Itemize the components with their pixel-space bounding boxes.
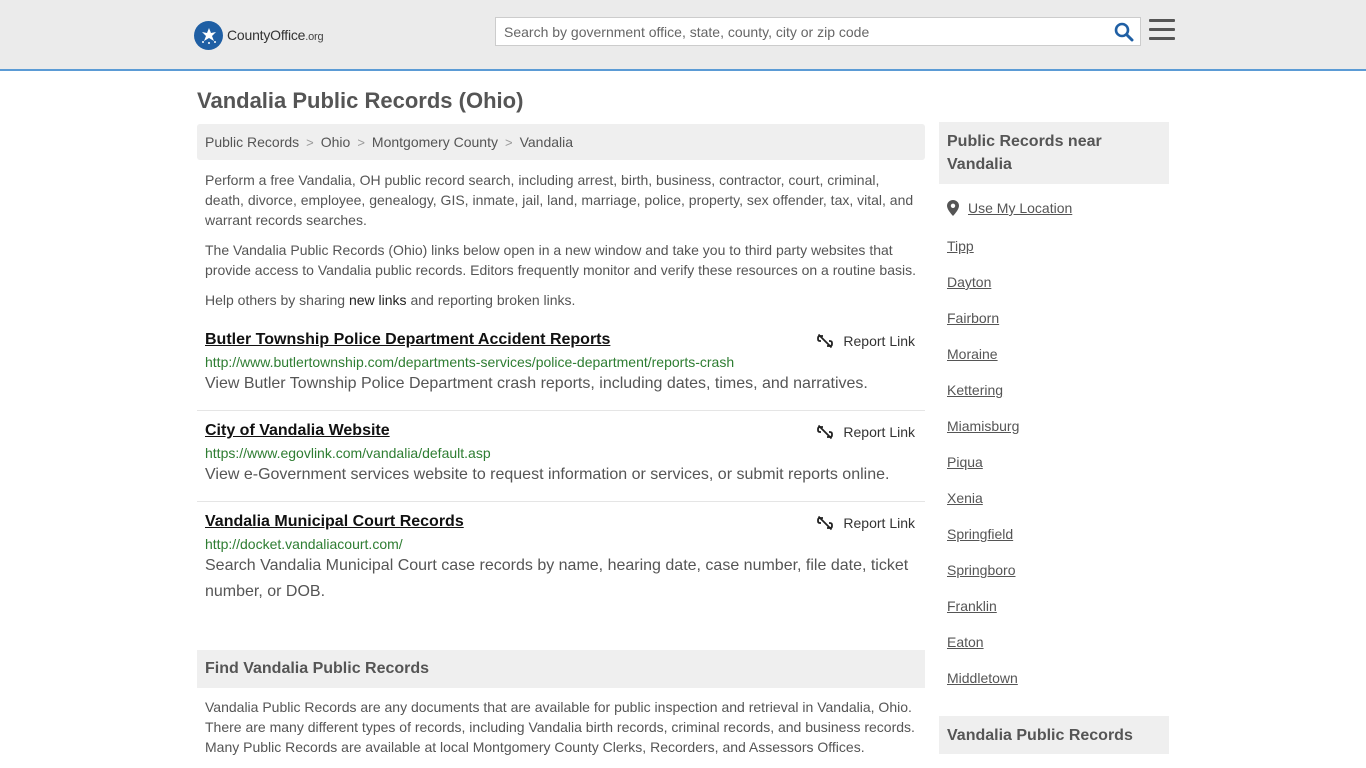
nearby-place-link[interactable]: Piqua xyxy=(947,454,983,470)
breadcrumb-separator: > xyxy=(357,134,365,150)
find-records-body: Vandalia Public Records are any document… xyxy=(205,699,915,755)
breadcrumb-separator: > xyxy=(306,134,314,150)
nearby-place-link[interactable]: Springboro xyxy=(947,562,1016,578)
broken-link-icon xyxy=(817,515,834,531)
record-url[interactable]: http://docket.vandaliacourt.com/ xyxy=(205,536,925,552)
list-item: Miamisburg xyxy=(947,416,1019,452)
divider xyxy=(197,501,925,502)
find-records-heading: Find Vandalia Public Records xyxy=(197,650,925,688)
sidebar-records-heading: Vandalia Public Records xyxy=(939,716,1169,754)
record-title-link[interactable]: City of Vandalia Website xyxy=(205,422,390,440)
site-logo[interactable]: CountyOffice.org xyxy=(194,20,324,50)
search-bar xyxy=(495,17,1141,46)
intro-paragraph-1: Perform a free Vandalia, OH public recor… xyxy=(205,172,914,228)
list-item: Xenia xyxy=(947,488,1019,524)
list-item: Springboro xyxy=(947,560,1019,596)
list-item: Eaton xyxy=(947,632,1019,668)
breadcrumb-montgomery-county[interactable]: Montgomery County xyxy=(372,134,498,150)
use-my-location-label: Use My Location xyxy=(968,200,1073,216)
intro-paragraph-3: Help others by sharing new links and rep… xyxy=(205,290,920,310)
logo-suffix: .org xyxy=(305,31,324,43)
divider xyxy=(197,410,925,411)
nearby-place-link[interactable]: Dayton xyxy=(947,274,991,290)
hamburger-menu-icon[interactable] xyxy=(1149,19,1175,43)
report-link-label: Report Link xyxy=(843,515,915,531)
record-url[interactable]: http://www.butlertownship.com/department… xyxy=(205,354,925,370)
nearby-place-link[interactable]: Xenia xyxy=(947,490,983,506)
record-description: Search Vandalia Municipal Court case rec… xyxy=(205,557,909,600)
nearby-place-link[interactable]: Moraine xyxy=(947,346,998,362)
breadcrumb-vandalia[interactable]: Vandalia xyxy=(520,134,573,150)
nearby-place-link[interactable]: Middletown xyxy=(947,670,1018,686)
county-seal-icon xyxy=(194,20,223,50)
search-input[interactable] xyxy=(496,18,1106,45)
nearby-place-link[interactable]: Tipp xyxy=(947,238,974,254)
list-item: Middletown xyxy=(947,668,1019,704)
list-item: Springfield xyxy=(947,524,1019,560)
record-title-link[interactable]: Vandalia Municipal Court Records xyxy=(205,513,464,531)
broken-link-icon xyxy=(817,333,834,349)
sidebar-near-heading: Public Records near Vandalia xyxy=(939,122,1169,184)
list-item: Dayton xyxy=(947,272,1019,308)
report-link-label: Report Link xyxy=(843,424,915,440)
breadcrumb-separator: > xyxy=(504,134,513,150)
list-item: Kettering xyxy=(947,380,1019,416)
intro-paragraph-2: The Vandalia Public Records (Ohio) links… xyxy=(205,242,916,278)
nearby-place-link[interactable]: Fairborn xyxy=(947,310,999,326)
record-description: View Butler Township Police Department c… xyxy=(205,375,868,392)
logo-name: CountyOffice xyxy=(227,27,306,43)
list-item: Fairborn xyxy=(947,308,1019,344)
report-link-label: Report Link xyxy=(843,333,915,349)
list-item: Tipp xyxy=(947,236,1019,272)
use-my-location-button[interactable]: Use My Location xyxy=(947,200,1072,216)
nearby-place-link[interactable]: Eaton xyxy=(947,634,984,650)
report-link-button[interactable]: Report Link xyxy=(817,424,915,440)
intro-text: Help others by sharing xyxy=(205,292,349,308)
broken-link-icon xyxy=(817,424,834,440)
breadcrumb: Public Records > Ohio > Montgomery Count… xyxy=(197,124,925,160)
list-item: Franklin xyxy=(947,596,1019,632)
page-title: Vandalia Public Records (Ohio) xyxy=(197,88,524,113)
record-item: City of Vandalia Website Report Link htt… xyxy=(197,422,925,488)
breadcrumb-public-records[interactable]: Public Records xyxy=(205,134,299,150)
nearby-place-link[interactable]: Franklin xyxy=(947,598,997,614)
record-description: View e-Government services website to re… xyxy=(205,466,890,483)
record-item: Vandalia Municipal Court Records Report … xyxy=(197,513,925,605)
intro-text: and reporting broken links. xyxy=(406,292,576,308)
new-links-link[interactable]: new links xyxy=(349,292,407,308)
logo-wordmark: CountyOffice.org xyxy=(227,27,324,43)
nearby-place-link[interactable]: Springfield xyxy=(947,526,1013,542)
map-pin-icon xyxy=(947,200,959,216)
breadcrumb-ohio[interactable]: Ohio xyxy=(321,134,351,150)
nearby-place-link[interactable]: Miamisburg xyxy=(947,418,1019,434)
nearby-places-list: Tipp Dayton Fairborn Moraine Kettering M… xyxy=(947,236,1019,704)
record-title-link[interactable]: Butler Township Police Department Accide… xyxy=(205,331,610,349)
search-icon[interactable] xyxy=(1114,22,1134,42)
list-item: Piqua xyxy=(947,452,1019,488)
top-header-bar: CountyOffice.org xyxy=(0,0,1366,71)
list-item: Moraine xyxy=(947,344,1019,380)
nearby-place-link[interactable]: Kettering xyxy=(947,382,1003,398)
report-link-button[interactable]: Report Link xyxy=(817,515,915,531)
report-link-button[interactable]: Report Link xyxy=(817,333,915,349)
record-item: Butler Township Police Department Accide… xyxy=(197,331,925,397)
record-url[interactable]: https://www.egovlink.com/vandalia/defaul… xyxy=(205,445,925,461)
